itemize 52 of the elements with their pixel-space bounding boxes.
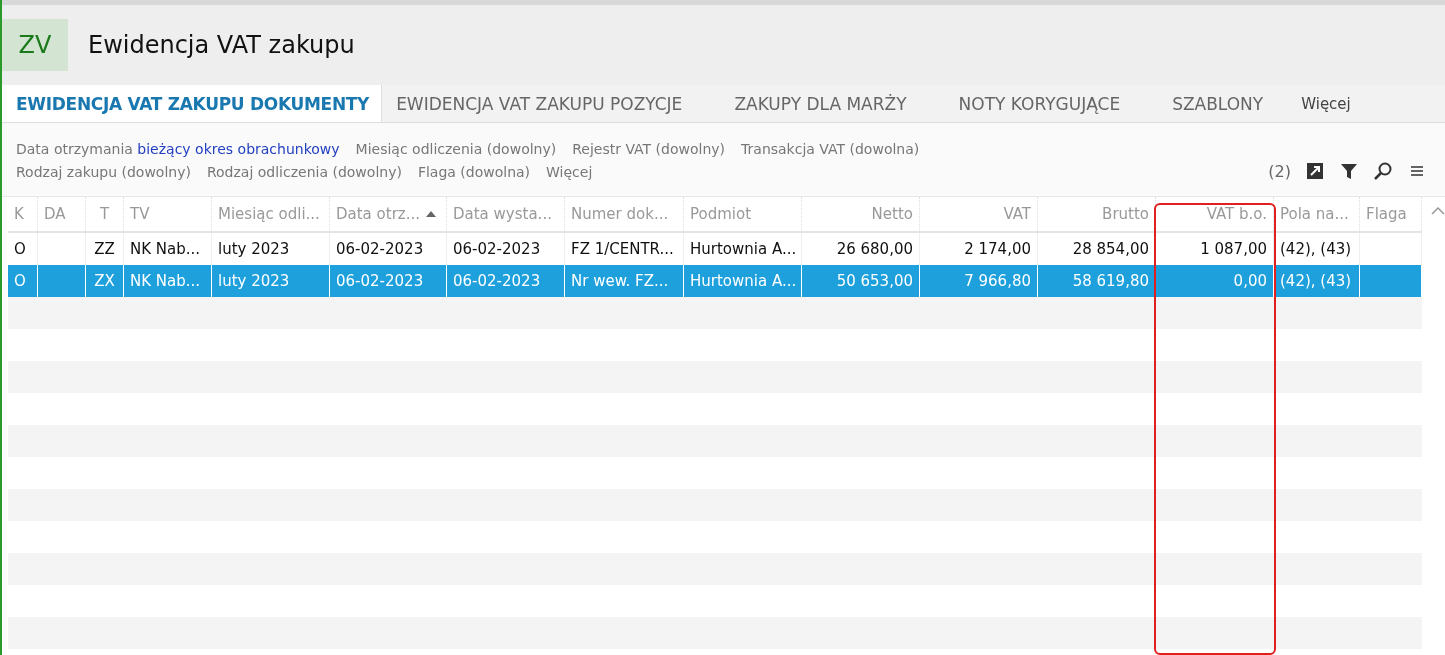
filter-link[interactable]: Data otrzymania bieżący okres obrachunkowy (16, 140, 340, 157)
column-label: TV (130, 205, 150, 223)
column-header[interactable]: Podmiot (684, 197, 802, 231)
column-label: Data wysta... (453, 205, 552, 223)
column-label: VAT (1003, 205, 1031, 223)
filter-link[interactable]: Miesiąc odliczenia (dowolny) (355, 140, 557, 157)
filter-link[interactable]: Rodzaj zakupu (dowolny) (16, 163, 191, 180)
column-label: VAT b.o. (1206, 205, 1267, 223)
search-icon[interactable] (1373, 161, 1393, 181)
column-header[interactable]: TV (124, 197, 212, 231)
column-label: DA (44, 205, 66, 223)
filter-icon[interactable] (1339, 161, 1359, 181)
filter-link[interactable]: Transakcja VAT (dowolna) (741, 140, 920, 157)
column-header[interactable]: Numer dok... (565, 197, 684, 231)
column-header[interactable]: T (86, 197, 124, 231)
column-header[interactable]: K (8, 197, 38, 231)
column-label: Flaga (1366, 205, 1407, 223)
more-tabs-link[interactable]: Więcej (1301, 85, 1351, 122)
column-label: Netto (871, 205, 913, 223)
column-header[interactable]: Pola na... (1274, 197, 1360, 231)
tab[interactable]: EWIDENCJA VAT ZAKUPU POZYCJE (382, 85, 707, 122)
column-label: Numer dok... (571, 205, 669, 223)
column-header[interactable]: Flaga (1360, 197, 1422, 231)
tab[interactable]: SZABLONY (1158, 85, 1288, 122)
column-label: Podmiot (690, 205, 752, 223)
filter-link[interactable]: Flaga (dowolna) (417, 163, 531, 180)
table-row[interactable]: O ZX NK Nab... luty 2023 06-02-2023 06-02-2023 Nr wew. FZ... Hurtownia A... 50 653,00 7 966,80 58 619,80 0,00 (42), (43) (8, 265, 1422, 297)
record-count: (2) (1268, 161, 1291, 181)
filter-link[interactable]: Więcej (546, 163, 593, 180)
column-label: T (99, 205, 110, 223)
column-header[interactable]: Data wysta... (447, 197, 565, 231)
column-label: K (14, 205, 24, 223)
tab[interactable]: EWIDENCJA VAT ZAKUPU DOKUMENTY (2, 85, 383, 122)
column-header[interactable]: DA (38, 197, 86, 231)
column-header[interactable]: Brutto (1038, 197, 1156, 231)
tab[interactable]: NOTY KORYGUJĄCE (944, 85, 1145, 122)
filter-link[interactable]: Rodzaj odliczenia (dowolny) (206, 163, 402, 180)
filter-link[interactable]: Rejestr VAT (dowolny) (572, 140, 726, 157)
scroll-up-icon[interactable] (1431, 207, 1445, 215)
column-label: Brutto (1102, 205, 1149, 223)
app-badge: ZV (2, 19, 68, 71)
window-title: Ewidencja VAT zakupu (88, 31, 355, 59)
tab[interactable]: ZAKUPY DLA MARŻY (720, 85, 931, 122)
column-label: Data otrz... (336, 205, 420, 223)
column-header[interactable]: Netto (802, 197, 920, 231)
column-label: Pola na... (1280, 205, 1349, 223)
column-header[interactable]: VAT b.o. (1156, 197, 1274, 231)
column-header[interactable]: VAT (920, 197, 1038, 231)
column-header[interactable]: Miesiąc odli... (212, 197, 330, 231)
export-icon[interactable] (1305, 161, 1325, 181)
column-label: Miesiąc odli... (218, 205, 320, 223)
column-header[interactable]: Data otrz... (330, 197, 447, 231)
